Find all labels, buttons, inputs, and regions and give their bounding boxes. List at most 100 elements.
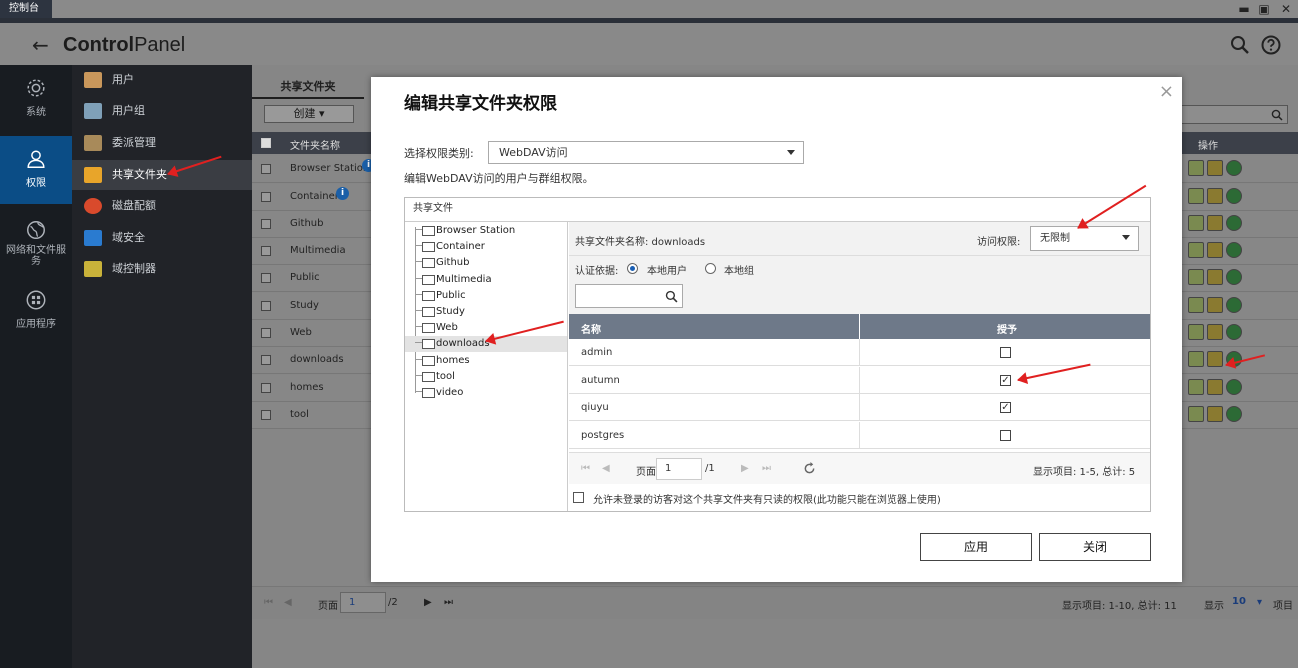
row-checkbox[interactable] bbox=[261, 355, 271, 365]
local-group-radio[interactable] bbox=[705, 263, 716, 274]
apply-button[interactable]: 应用 bbox=[920, 533, 1032, 561]
create-button[interactable]: 创建 ▾ bbox=[264, 105, 354, 123]
edit-icon[interactable] bbox=[1188, 215, 1204, 231]
help-icon[interactable] bbox=[1261, 35, 1281, 58]
tree-item-public[interactable]: Public bbox=[405, 288, 567, 304]
subnav-item-shared-folders[interactable]: 共享文件夹 bbox=[72, 160, 252, 190]
page-input[interactable]: 1 bbox=[656, 458, 702, 480]
grant-checkbox[interactable]: ✓ bbox=[1000, 374, 1011, 386]
permission-icon[interactable] bbox=[1207, 379, 1223, 395]
close-button[interactable]: 关闭 bbox=[1039, 533, 1151, 561]
edit-icon[interactable] bbox=[1188, 188, 1204, 204]
search-icon[interactable] bbox=[1230, 35, 1250, 58]
subnav-item-delegation[interactable]: 委派管理 bbox=[72, 128, 252, 158]
minimize-button[interactable]: ▬ bbox=[1236, 1, 1252, 17]
row-checkbox[interactable] bbox=[261, 219, 271, 229]
row-checkbox[interactable] bbox=[261, 246, 271, 256]
edit-icon[interactable] bbox=[1188, 160, 1204, 176]
row-checkbox[interactable] bbox=[261, 410, 271, 420]
prev-page-icon[interactable]: ◀ bbox=[284, 597, 292, 608]
tree-item-container[interactable]: Container bbox=[405, 239, 567, 255]
page-input[interactable]: 1 bbox=[340, 592, 386, 613]
nav-label-network: 网络和文件服务 bbox=[6, 245, 66, 267]
grant-checkbox[interactable]: ✓ bbox=[1000, 402, 1011, 413]
edit-icon[interactable] bbox=[1188, 351, 1204, 367]
subnav-item-groups[interactable]: 用户组 bbox=[72, 96, 252, 126]
perm-type-select[interactable]: WebDAV访问 bbox=[488, 141, 804, 164]
permission-icon[interactable] bbox=[1207, 297, 1223, 313]
tree-item-label: Github bbox=[436, 257, 470, 269]
edit-icon[interactable] bbox=[1188, 242, 1204, 258]
permission-icon[interactable] bbox=[1207, 351, 1223, 367]
permission-icon[interactable] bbox=[1207, 406, 1223, 422]
subnav-item-domain-controller[interactable]: 域控制器 bbox=[72, 254, 252, 284]
permission-icon[interactable] bbox=[1207, 215, 1223, 231]
refresh-icon[interactable] bbox=[1226, 160, 1242, 176]
app-title: ControlPanel bbox=[63, 34, 185, 57]
edit-icon[interactable] bbox=[1188, 324, 1204, 340]
subnav-item-domain-security[interactable]: 域安全 bbox=[72, 223, 252, 253]
next-page-icon[interactable]: ▶ bbox=[741, 463, 749, 474]
edit-icon[interactable] bbox=[1188, 406, 1204, 422]
nav-item-permissions[interactable]: 权限 bbox=[0, 136, 72, 204]
tree-item-label: homes bbox=[436, 354, 470, 366]
tree-item-github[interactable]: Github bbox=[405, 255, 567, 271]
permission-icon[interactable] bbox=[1207, 242, 1223, 258]
info-icon[interactable]: i bbox=[336, 187, 349, 200]
row-checkbox[interactable] bbox=[261, 192, 271, 202]
refresh-icon[interactable] bbox=[1226, 406, 1242, 422]
grant-checkbox[interactable] bbox=[1000, 347, 1011, 358]
page-size-select[interactable]: 10 bbox=[1232, 596, 1246, 607]
row-checkbox[interactable] bbox=[261, 164, 271, 174]
chevron-down-icon[interactable]: ▾ bbox=[1257, 597, 1262, 608]
close-icon[interactable]: × bbox=[1159, 81, 1174, 102]
refresh-icon[interactable] bbox=[1226, 242, 1242, 258]
local-user-radio[interactable] bbox=[627, 263, 638, 274]
row-checkbox[interactable] bbox=[261, 301, 271, 311]
subnav-item-quota[interactable]: 磁盘配额 bbox=[72, 191, 252, 221]
refresh-icon[interactable] bbox=[1226, 188, 1242, 204]
permission-icon[interactable] bbox=[1207, 188, 1223, 204]
tree-item-multimedia[interactable]: Multimedia bbox=[405, 272, 567, 288]
first-page-icon[interactable]: ⏮ bbox=[581, 463, 590, 474]
permission-icon[interactable] bbox=[1207, 160, 1223, 176]
next-page-icon[interactable]: ▶ bbox=[424, 597, 432, 608]
row-checkbox[interactable] bbox=[261, 273, 271, 283]
edit-icon[interactable] bbox=[1188, 269, 1204, 285]
user-search-input[interactable] bbox=[575, 284, 683, 308]
refresh-icon[interactable] bbox=[1226, 324, 1242, 340]
refresh-icon[interactable] bbox=[1226, 215, 1242, 231]
subnav-label: 域安全 bbox=[112, 231, 145, 244]
permission-icon[interactable] bbox=[1207, 324, 1223, 340]
tree-item-browser-station[interactable]: Browser Station bbox=[405, 223, 567, 239]
tree-item-study[interactable]: Study bbox=[405, 304, 567, 320]
tree-item-tool[interactable]: tool bbox=[405, 369, 567, 385]
back-button[interactable]: ← bbox=[32, 33, 49, 57]
nav-item-system[interactable]: 系统 bbox=[0, 65, 72, 133]
tab-shared-folders[interactable]: 共享文件夹 bbox=[252, 75, 364, 99]
last-page-icon[interactable]: ⏭ bbox=[444, 597, 453, 608]
guest-access-checkbox[interactable] bbox=[573, 492, 584, 503]
edit-icon[interactable] bbox=[1188, 297, 1204, 313]
close-window-button[interactable]: ✕ bbox=[1278, 1, 1294, 17]
subnav-item-users[interactable]: 用户 bbox=[72, 65, 252, 95]
tree-item-homes[interactable]: homes bbox=[405, 353, 567, 369]
tree-item-video[interactable]: video bbox=[405, 385, 567, 401]
nav-item-network[interactable]: 网络和文件服务 bbox=[0, 207, 72, 279]
refresh-icon[interactable] bbox=[803, 462, 816, 475]
refresh-icon[interactable] bbox=[1226, 379, 1242, 395]
prev-page-icon[interactable]: ◀ bbox=[602, 463, 610, 474]
grant-checkbox[interactable] bbox=[1000, 429, 1011, 441]
refresh-icon[interactable] bbox=[1226, 297, 1242, 313]
maximize-button[interactable]: ▣ bbox=[1256, 1, 1272, 17]
folder-search-input[interactable] bbox=[1178, 105, 1288, 124]
select-all-checkbox[interactable] bbox=[261, 138, 271, 148]
row-checkbox[interactable] bbox=[261, 328, 271, 338]
edit-icon[interactable] bbox=[1188, 379, 1204, 395]
first-page-icon[interactable]: ⏮ bbox=[264, 597, 273, 608]
last-page-icon[interactable]: ⏭ bbox=[762, 463, 771, 474]
nav-item-apps[interactable]: 应用程序 bbox=[0, 277, 72, 345]
row-checkbox[interactable] bbox=[261, 383, 271, 393]
permission-icon[interactable] bbox=[1207, 269, 1223, 285]
refresh-icon[interactable] bbox=[1226, 269, 1242, 285]
